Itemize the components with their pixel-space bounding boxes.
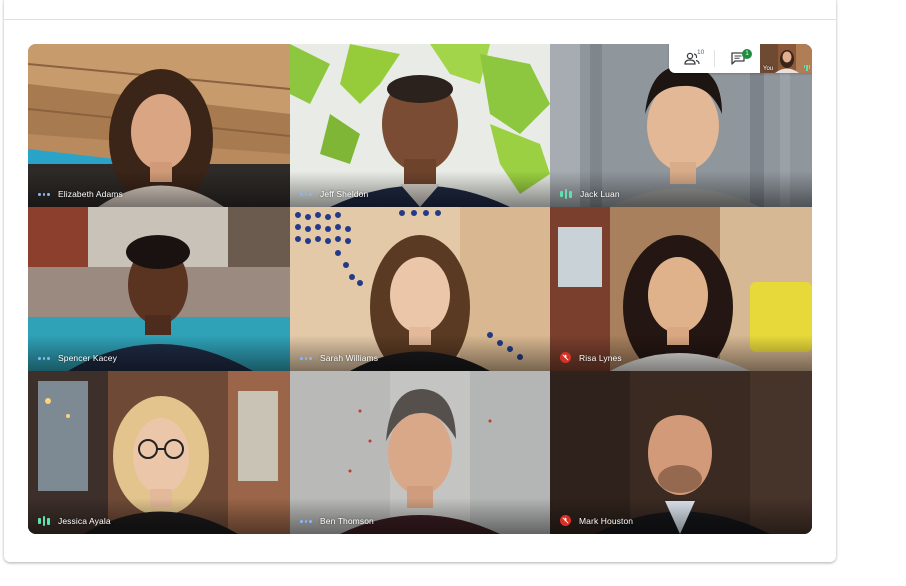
video-grid: Elizabeth Adams Jeff Sheldon Jack Luan 1… [28,44,812,534]
idle-indicator-icon [300,519,313,523]
speaking-indicator-icon [560,189,572,199]
participant-tile[interactable]: Spencer Kacey [28,207,290,371]
participant-tile[interactable]: Mark Houston [550,371,812,534]
participant-tile[interactable]: Risa Lynes [550,207,812,371]
microphone-muted-icon [560,352,571,363]
self-label: You [763,66,774,72]
participant-nametag: Jeff Sheldon [300,189,368,199]
participant-tile[interactable]: Ben Thomson [290,371,550,534]
participant-name: Sarah Williams [320,353,379,363]
participant-name: Spencer Kacey [58,353,117,363]
participant-tile[interactable]: Sarah Williams [290,207,550,371]
participant-nametag: Elizabeth Adams [38,189,123,199]
meeting-controls-overlay: 10 1 You [669,44,812,73]
participant-tile[interactable]: Jeff Sheldon [290,44,550,207]
participant-nametag: Jack Luan [560,189,620,199]
participant-nametag: Mark Houston [560,515,633,526]
people-button[interactable]: 10 [669,44,714,73]
chat-badge: 1 [742,49,752,59]
participant-name: Mark Houston [579,515,634,526]
participant-name: Jeff Sheldon [320,189,369,199]
participant-nametag: Ben Thomson [300,516,374,526]
participant-tile[interactable]: Jessica Ayala [28,371,290,534]
participant-name: Risa Lynes [579,352,622,363]
participant-nametag: Jessica Ayala [38,516,111,526]
participant-name: Ben Thomson [320,516,374,526]
participant-nametag: Risa Lynes [560,352,622,363]
speaking-indicator-icon [803,65,810,71]
participant-name: Jessica Ayala [58,516,111,526]
idle-indicator-icon [38,192,51,196]
participant-nametag: Sarah Williams [300,353,378,363]
participant-name: Elizabeth Adams [58,189,123,199]
participant-nametag: Spencer Kacey [38,353,117,363]
idle-indicator-icon [38,356,51,360]
chat-button[interactable]: 1 [715,44,760,73]
divider [4,19,836,20]
participant-tile[interactable]: Jack Luan 10 1 You [550,44,812,207]
participant-name: Jack Luan [580,189,620,199]
participant-tile[interactable]: Elizabeth Adams [28,44,290,207]
idle-indicator-icon [300,192,313,196]
people-count: 10 [697,49,705,56]
self-view-thumbnail[interactable]: You [760,44,812,73]
speaking-indicator-icon [38,516,50,526]
microphone-muted-icon [560,515,571,526]
idle-indicator-icon [300,356,313,360]
